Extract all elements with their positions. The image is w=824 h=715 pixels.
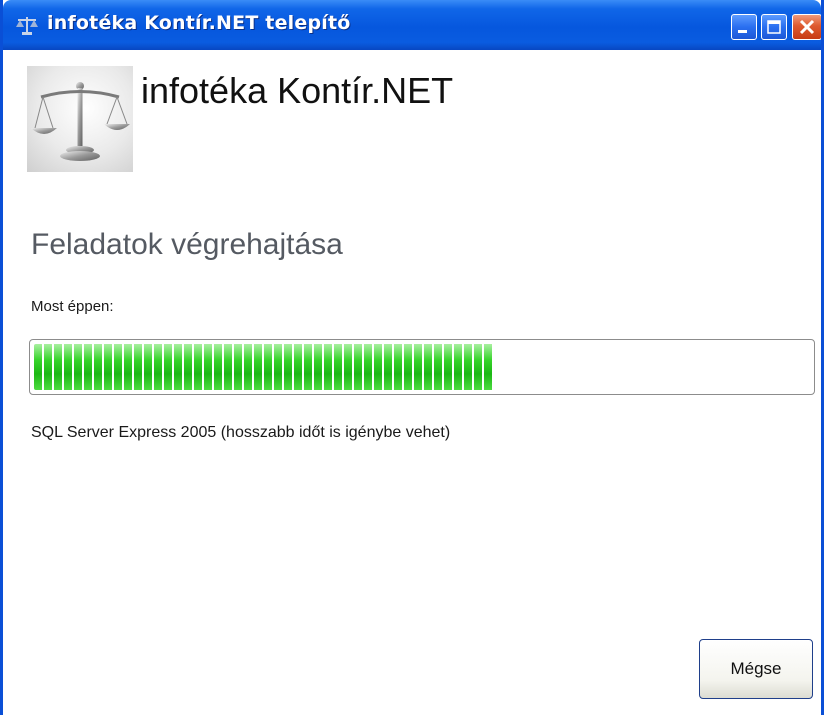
- progress-track: [34, 344, 810, 390]
- progress-fill: [34, 344, 492, 390]
- setup-app-icon[interactable]: [15, 14, 39, 36]
- maximize-button[interactable]: [761, 14, 787, 40]
- current-task-status: SQL Server Express 2005 (hosszabb időt i…: [31, 424, 451, 441]
- installer-window: infotéka Kontír.NET telepítő infotéka Ko…: [0, 0, 824, 715]
- progress-bar: [29, 339, 815, 395]
- window-title: infotéka Kontír.NET telepítő: [47, 12, 351, 34]
- minimize-icon: [738, 30, 747, 33]
- cancel-button[interactable]: Mégse: [699, 639, 813, 699]
- close-button[interactable]: [792, 14, 821, 40]
- maximize-icon: [767, 20, 781, 34]
- app-logo: [27, 66, 133, 172]
- minimize-button[interactable]: [731, 14, 757, 40]
- section-title: Feladatok végrehajtása: [31, 228, 343, 261]
- scales-of-justice-icon: [31, 82, 130, 161]
- title-bar[interactable]: infotéka Kontír.NET telepítő: [3, 0, 821, 50]
- close-icon: [799, 19, 815, 35]
- app-name-heading: infotéka Kontír.NET: [141, 70, 454, 111]
- current-task-label: Most éppen:: [31, 298, 114, 315]
